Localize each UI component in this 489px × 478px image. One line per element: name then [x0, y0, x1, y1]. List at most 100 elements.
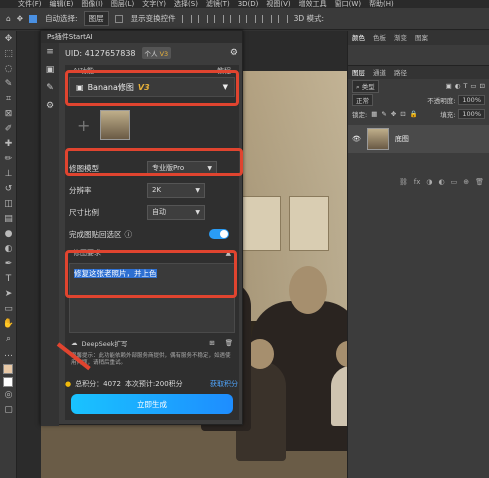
pen-icon[interactable]: ✒: [0, 256, 17, 271]
gradient-icon[interactable]: ▤: [0, 211, 17, 226]
tab-color[interactable]: 颜色: [352, 31, 365, 45]
foreground-color-swatch[interactable]: [3, 364, 13, 374]
tab-gradients[interactable]: 渐变: [394, 31, 407, 45]
menu-layer[interactable]: 图层(L): [111, 0, 134, 8]
rectangle-icon[interactable]: ▭: [0, 301, 17, 316]
paste-back-toggle[interactable]: [209, 229, 229, 239]
filter-pixel-icon[interactable]: ▣: [446, 82, 452, 90]
menu-file[interactable]: 文件(F): [18, 0, 42, 8]
link-icon[interactable]: ⛓: [399, 178, 408, 190]
hand-icon[interactable]: ✋: [0, 316, 17, 331]
image-icon[interactable]: ▣: [41, 61, 59, 79]
fx-icon[interactable]: fx: [414, 178, 421, 190]
history-brush-icon[interactable]: ↺: [0, 181, 17, 196]
menu-help[interactable]: 帮助(H): [369, 0, 394, 8]
type-icon[interactable]: T: [0, 271, 17, 286]
more-tools-icon[interactable]: …: [0, 346, 17, 361]
lock-brush-icon[interactable]: ✎: [381, 110, 386, 118]
settings-icon[interactable]: ⚙: [41, 97, 59, 115]
layer-item[interactable]: 👁 底图: [348, 125, 489, 153]
lock-pixels-icon[interactable]: ▦: [371, 110, 377, 118]
filter-smart-icon[interactable]: ⊡: [480, 82, 485, 90]
lasso-icon[interactable]: ◌: [0, 61, 17, 76]
menu-view[interactable]: 视图(V): [266, 0, 290, 8]
filter-type-icon[interactable]: T: [463, 82, 467, 90]
lock-all-icon[interactable]: 🔒: [410, 110, 418, 118]
fill-input[interactable]: 100%: [458, 109, 485, 119]
layer-filter-select[interactable]: ⌕ 类型: [352, 79, 379, 93]
quick-mask-icon[interactable]: ◎: [0, 387, 17, 402]
dodge-icon[interactable]: ◐: [0, 241, 17, 256]
eraser-icon[interactable]: ◫: [0, 196, 17, 211]
menu-select[interactable]: 选择(S): [174, 0, 198, 8]
marquee-icon[interactable]: ⬚: [0, 46, 17, 61]
info-icon: ⓘ: [124, 229, 133, 239]
distribute-icon[interactable]: [229, 14, 240, 23]
path-select-icon[interactable]: ➤: [0, 286, 17, 301]
account-badge[interactable]: 个人 V3: [141, 47, 172, 59]
mask-icon[interactable]: ◑: [426, 178, 432, 190]
tab-paths[interactable]: 路径: [394, 66, 407, 79]
add-image-icon[interactable]: +: [77, 116, 90, 135]
align-top-icon[interactable]: [245, 14, 256, 23]
menu-window[interactable]: 窗口(W): [335, 0, 361, 8]
filter-shape-icon[interactable]: ▭: [470, 82, 476, 90]
quick-select-icon[interactable]: ✎: [0, 76, 17, 91]
brush-icon[interactable]: ✏: [0, 151, 17, 166]
generate-button[interactable]: 立即生成: [71, 394, 233, 414]
background-color-swatch[interactable]: [3, 377, 13, 387]
align-middle-icon[interactable]: [261, 14, 272, 23]
eye-icon[interactable]: 👁: [352, 135, 361, 143]
menu-image[interactable]: 图像(I): [81, 0, 103, 8]
deepseek-expand-button[interactable]: DeepSeek扩写: [82, 338, 128, 348]
tab-layers[interactable]: 图层: [352, 66, 365, 79]
edit-icon[interactable]: ✎: [41, 79, 59, 97]
plugin-sidebar: ≡ ▣ ✎ ⚙: [41, 43, 59, 426]
aspect-select[interactable]: 自动 ▼: [147, 204, 205, 220]
filter-adjust-icon[interactable]: ◐: [455, 82, 461, 90]
menu-edit[interactable]: 编辑(E): [50, 0, 74, 8]
crop-icon[interactable]: ⌗: [0, 91, 17, 106]
folder-icon[interactable]: ▭: [451, 178, 458, 190]
history-icon[interactable]: ⊞: [209, 339, 220, 347]
plugin-settings-icon[interactable]: ⚙: [230, 48, 238, 58]
align-left-icon[interactable]: [181, 14, 192, 23]
tab-channels[interactable]: 通道: [373, 66, 386, 79]
lock-artboard-icon[interactable]: ⊡: [400, 110, 405, 118]
menu-type[interactable]: 文字(Y): [142, 0, 166, 8]
align-center-icon[interactable]: [197, 14, 208, 23]
resolution-select[interactable]: 2K ▼: [147, 182, 205, 198]
menu-plugins[interactable]: 增效工具: [299, 0, 327, 8]
eyedropper-icon[interactable]: ✐: [0, 121, 17, 136]
reference-thumbnail[interactable]: [100, 110, 131, 140]
opacity-label: 不透明度:: [427, 97, 456, 105]
highlight-model-select: [65, 148, 243, 176]
layer-dropdown[interactable]: 图层: [83, 11, 109, 26]
align-right-icon[interactable]: [213, 14, 224, 23]
adjustment-icon[interactable]: ◐: [439, 178, 445, 190]
stamp-icon[interactable]: ⊥: [0, 166, 17, 181]
frame-icon[interactable]: ⊠: [0, 106, 17, 121]
blend-mode-select[interactable]: 正常: [352, 94, 373, 106]
tab-swatches[interactable]: 色板: [373, 31, 386, 45]
menu-3d[interactable]: 3D(D): [238, 0, 259, 8]
healing-icon[interactable]: ✚: [0, 136, 17, 151]
move-tool-icon[interactable]: ✥: [17, 14, 23, 23]
home-icon[interactable]: ⌂: [6, 14, 11, 23]
align-bottom-icon[interactable]: [277, 14, 288, 23]
screen-mode-icon[interactable]: ▢: [0, 402, 17, 417]
menu-filter[interactable]: 滤镜(T): [206, 0, 230, 8]
tab-patterns[interactable]: 图案: [415, 31, 428, 45]
show-transform-checkbox[interactable]: [114, 14, 125, 23]
get-points-link[interactable]: 获取积分: [210, 379, 238, 389]
delete-layer-icon[interactable]: 🗑: [475, 178, 484, 190]
move-icon[interactable]: ✥: [0, 31, 17, 46]
new-layer-icon[interactable]: ⊕: [463, 178, 469, 190]
auto-select-checkbox[interactable]: [29, 14, 39, 23]
blur-icon[interactable]: ●: [0, 226, 17, 241]
trash-icon[interactable]: 🗑: [225, 339, 233, 347]
zoom-icon[interactable]: ⌕: [0, 331, 17, 346]
menu-icon[interactable]: ≡: [41, 43, 59, 61]
opacity-input[interactable]: 100%: [458, 95, 485, 105]
lock-move-icon[interactable]: ✥: [391, 110, 396, 118]
